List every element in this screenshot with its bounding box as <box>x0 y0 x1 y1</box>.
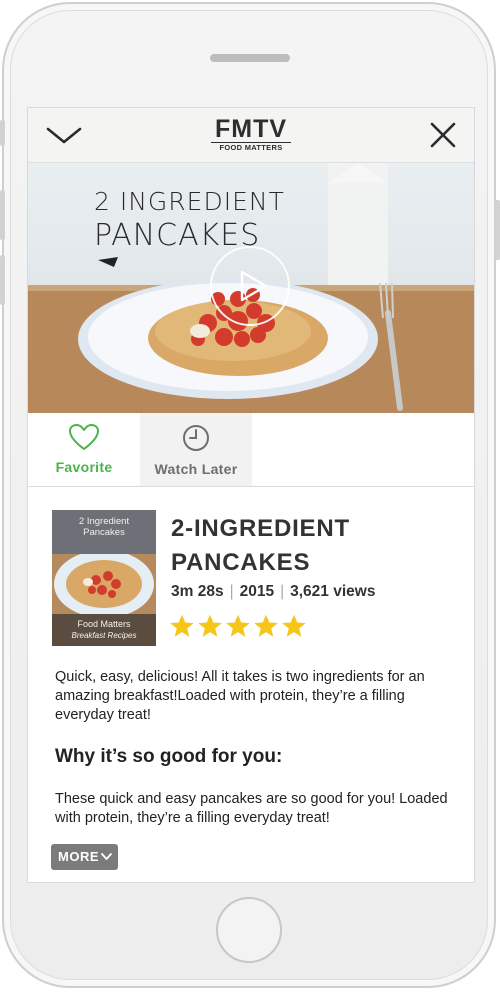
recipe-title: 2-INGREDIENT PANCAKES <box>171 512 451 580</box>
close-button[interactable] <box>426 118 460 152</box>
app-screen: FMTV FOOD MATTERS 2 INGREDIENT PANCAKES … <box>27 107 475 883</box>
heart-icon <box>69 424 99 450</box>
year: 2015 <box>239 583 275 600</box>
fmtv-logo: FMTV FOOD MATTERS <box>208 116 294 156</box>
duration: 3m 28s <box>171 583 224 600</box>
thumbnail-bottom-line1: Food Matters <box>77 619 131 629</box>
meta-separator: | <box>229 583 234 600</box>
close-icon <box>430 122 456 148</box>
star-icon <box>169 613 195 639</box>
action-bar: Favorite Watch Later <box>28 413 474 487</box>
star-icon <box>225 613 251 639</box>
phone-side-button <box>0 120 5 146</box>
clock-icon <box>183 425 209 451</box>
watch-later-button[interactable]: Watch Later <box>140 413 252 486</box>
recipe-title-line2: PANCAKES <box>171 549 311 576</box>
thumbnail-top-banner: 2 Ingredient Pancakes <box>52 510 156 554</box>
video-player[interactable]: 2 INGREDIENT PANCAKES <box>28 163 474 413</box>
watch-later-label: Watch Later <box>154 461 238 477</box>
play-button[interactable] <box>210 246 290 326</box>
favorite-label: Favorite <box>55 459 113 475</box>
logo-main-text: FMTV <box>214 115 288 143</box>
video-meta: 3m 28s | 2015 | 3,621 views <box>171 583 375 601</box>
recipe-description: Quick, easy, delicious! All it takes is … <box>55 669 425 723</box>
recipe-title-line1: 2-INGREDIENT <box>171 515 350 542</box>
meta-separator: | <box>280 583 285 600</box>
benefits-description: These quick and easy pancakes are so goo… <box>55 791 448 826</box>
benefits-heading: Why it’s so good for you: <box>55 746 283 767</box>
star-rating <box>169 613 309 639</box>
phone-speaker <box>210 54 290 62</box>
more-button[interactable]: MORE <box>51 844 118 870</box>
video-title-line1: 2 INGREDIENT <box>94 187 285 216</box>
thumbnail-top-line1: 2 Ingredient <box>78 516 130 527</box>
view-count: 3,621 views <box>290 583 376 600</box>
star-icon <box>253 613 279 639</box>
video-title-overlay: 2 INGREDIENT PANCAKES <box>94 185 285 253</box>
star-icon <box>281 613 307 639</box>
thumbnail-bottom-banner: Food Matters Breakfast Recipes <box>52 614 156 646</box>
play-icon <box>240 270 268 302</box>
chevron-down-icon <box>46 127 82 144</box>
phone-volume-down-button <box>0 255 5 305</box>
recipe-thumbnail[interactable]: 2 Ingredient Pancakes Food Matters Break… <box>52 510 156 646</box>
home-button[interactable] <box>216 897 282 963</box>
logo-sub-text: FOOD MATTERS <box>211 142 291 152</box>
thumbnail-bottom-line2: Breakfast Recipes <box>71 631 137 640</box>
star-icon <box>197 613 223 639</box>
thumbnail-top-line2: Pancakes <box>83 527 125 538</box>
phone-power-button <box>495 200 500 260</box>
top-bar: FMTV FOOD MATTERS <box>28 108 474 163</box>
chevron-down-icon <box>101 853 112 860</box>
phone-volume-up-button <box>0 190 5 240</box>
favorite-button[interactable]: Favorite <box>28 413 140 486</box>
collapse-button[interactable] <box>44 120 84 150</box>
more-label: MORE <box>58 849 99 864</box>
